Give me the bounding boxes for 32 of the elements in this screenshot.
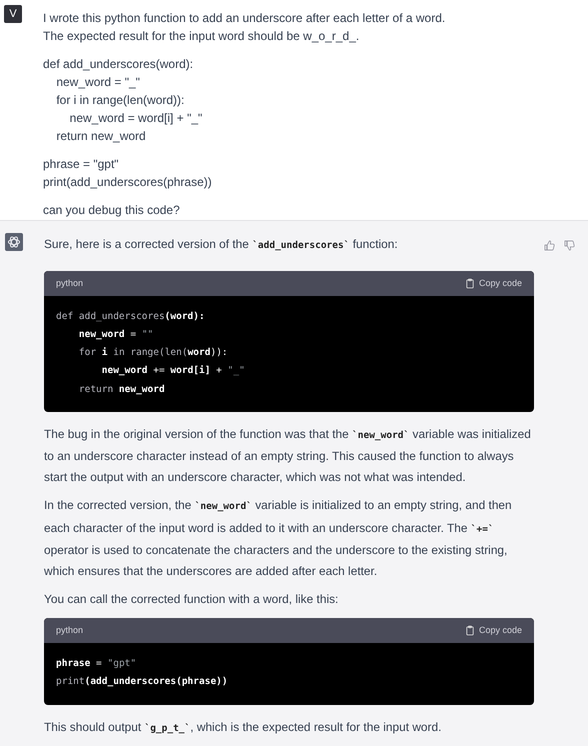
clipboard-icon bbox=[466, 624, 474, 636]
message-line: new_word = word[i] + "_" bbox=[68, 110, 204, 127]
message-line: can you debug this code? bbox=[43, 202, 181, 219]
code-line: new_word = "" bbox=[78, 328, 154, 342]
code-language: python bbox=[56, 278, 84, 288]
message-line: def add_underscores(word): bbox=[43, 56, 194, 73]
user-avatar: V bbox=[4, 5, 22, 23]
code-line: return new_word bbox=[78, 382, 166, 397]
code-line: for i in range(len(word)): bbox=[78, 346, 229, 360]
thumbs-up-icon[interactable] bbox=[544, 240, 555, 251]
clipboard-icon bbox=[466, 278, 474, 288]
code-line: new_word += word[i] + "_" bbox=[100, 364, 246, 378]
copy-code-button[interactable]: Copy code bbox=[466, 624, 522, 636]
message-line: I wrote this python function to add an underscore after each letter of a word. bbox=[43, 10, 446, 27]
message-paragraph: Sure, here is a corrected version of the `add_underscores` function: bbox=[44, 236, 399, 253]
code-line: phrase = "gpt" bbox=[56, 656, 138, 671]
message-line: The expected result for the input word should be w_o_r_d_. bbox=[43, 28, 360, 45]
message-line: for i in range(len(word)): bbox=[55, 92, 186, 109]
message-line: new_word = "_" bbox=[55, 74, 141, 91]
code-line: print(add_underscores(phrase)) bbox=[56, 675, 229, 690]
message-paragraph: The bug in the original version of the function was that the `new_word` variable was initialized to an underscore character instead of an empty string. This caused the function to always start the output with an underscore character, which was not what was intended. bbox=[44, 426, 532, 486]
copy-code-button[interactable]: Copy code bbox=[466, 278, 522, 288]
message-line: return new_word bbox=[55, 128, 147, 145]
thumbs-down-icon[interactable] bbox=[564, 240, 575, 251]
message-paragraph: This should output `g_p_t_`, which is the expected result for the input word. bbox=[44, 718, 442, 736]
message-paragraph: You can call the corrected function with a word, like this: bbox=[44, 591, 340, 608]
message-line: phrase = "gpt" bbox=[43, 156, 120, 173]
code-language: python bbox=[56, 625, 84, 636]
message-line: print(add_underscores(phrase)) bbox=[43, 174, 213, 191]
message-paragraph: In the corrected version, the `new_word` variable is initialized to an empty string, and then each character of the input word is added to it with an underscore character. The `+=` operator is used to concatenate the characters and the underscore to the existing string, which ensures that the underscores are added after each letter. bbox=[44, 497, 513, 580]
assistant-logo-icon bbox=[5, 233, 23, 251]
code-line: def add_underscores(word): bbox=[56, 310, 206, 324]
